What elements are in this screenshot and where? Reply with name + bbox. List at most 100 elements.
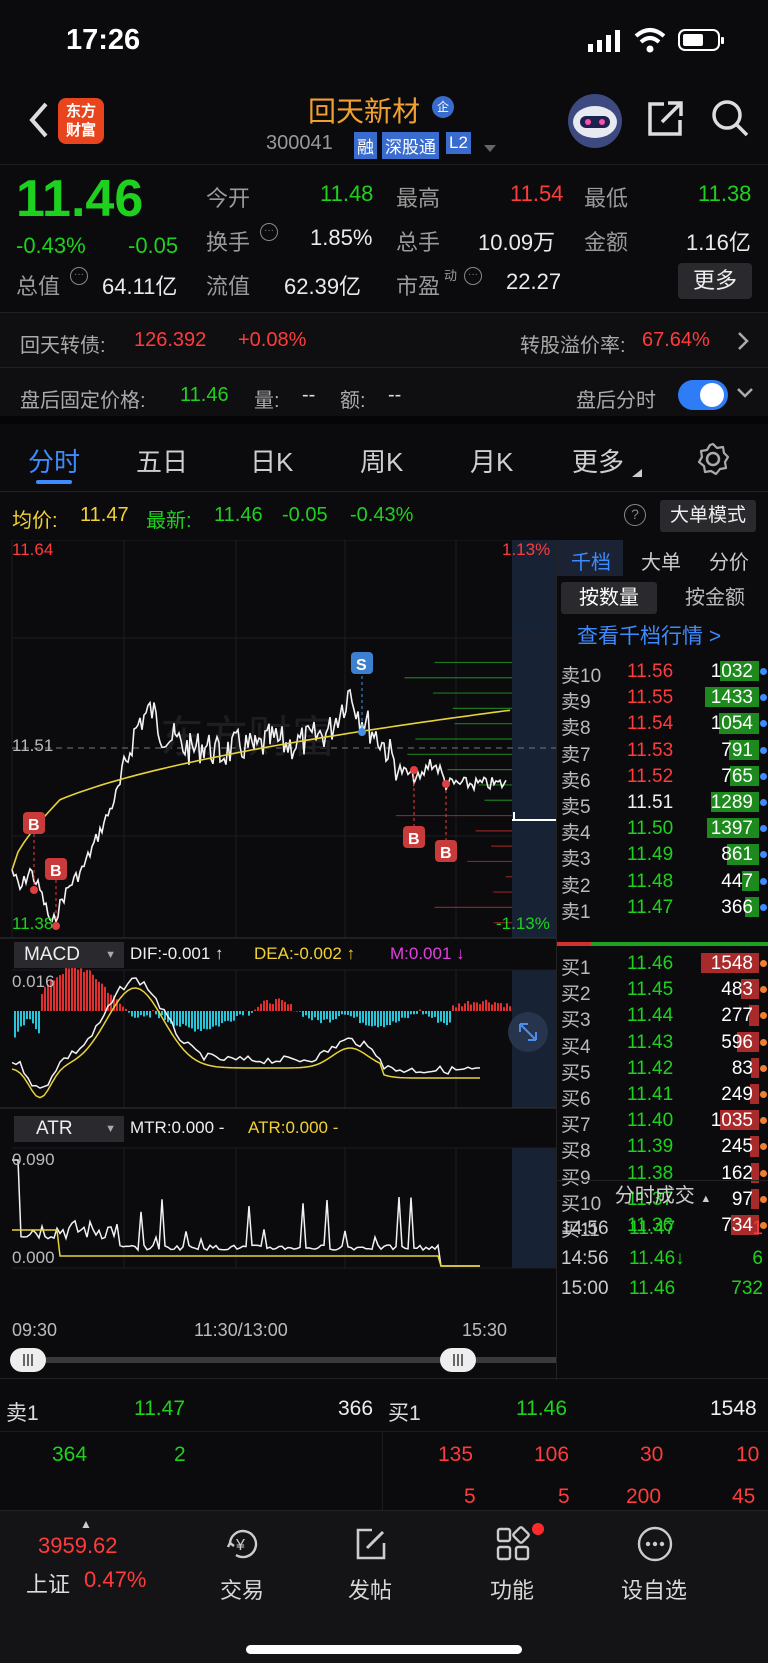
share-icon[interactable] (646, 98, 686, 138)
level-volume: 1289 (710, 792, 753, 813)
chart-period-tabs: 分时 五日 日K 周K 月K 更多 (0, 424, 768, 492)
stock-code: 300041 (266, 132, 333, 154)
ask-row[interactable]: 卖10 11.56 1032 (557, 658, 768, 687)
amount-label: 金额 (584, 230, 629, 255)
level-dot (760, 851, 767, 859)
bid-row[interactable]: 买7 11.40 1035 (557, 1107, 768, 1136)
queue-buy-order: 135 (438, 1443, 474, 1466)
index-widget[interactable]: ▲ 3959.62 上证 0.47% (20, 1511, 170, 1611)
atr-top-label: 0.090 (12, 1150, 55, 1169)
trade-price: 11.46 (629, 1278, 676, 1299)
ask-row[interactable]: 卖7 11.53 791 (557, 737, 768, 766)
queue-buy-order: 106 (534, 1443, 570, 1466)
convertible-bond-row[interactable]: 回天转债: 126.392 +0.08% 转股溢价率: 67.64% (0, 312, 768, 368)
intraday-chart-area[interactable]: 东方财富 S B B B B 11.64 11.51 11.38 1.13% -… (0, 540, 556, 1380)
premium-value: 67.64% (642, 329, 710, 351)
quote-panel: 11.46 -0.43% -0.05 今开 11.48 最高 11.54 最低 … (0, 164, 768, 312)
level-price: 11.40 (627, 1110, 674, 1132)
amount-value: 1.16亿 (686, 230, 751, 255)
tab-price-distribution[interactable]: 分价 (709, 546, 749, 575)
settings-gear-icon[interactable] (696, 442, 730, 476)
caret-down-icon (632, 464, 642, 477)
level-dot (760, 668, 767, 676)
by-quantity-button[interactable]: 按数量 (561, 582, 657, 614)
trade-volume: 6 (752, 1248, 763, 1269)
level-volume: 249 (721, 1084, 753, 1105)
ask-row[interactable]: 卖9 11.55 1433 (557, 684, 768, 713)
mcap-value: 64.11亿 (102, 274, 178, 299)
queue-sell-order: 2 (174, 1443, 186, 1466)
ask-row[interactable]: 卖2 11.48 447 (557, 868, 768, 897)
code-dropdown-icon[interactable] (484, 140, 496, 152)
level-price: 11.46 (627, 953, 674, 974)
back-icon[interactable] (24, 100, 54, 140)
bid-row[interactable]: 买3 11.44 277 (557, 1002, 768, 1031)
tab-thousand-levels[interactable]: 千档 (571, 546, 611, 575)
level-volume: 83 (731, 1057, 753, 1079)
bid-row[interactable]: 买6 11.41 249 (557, 1081, 768, 1110)
bid-row[interactable]: 买2 11.45 483 (557, 976, 768, 1005)
big-order-mode-button[interactable]: 大单模式 (660, 500, 756, 532)
chevron-down-icon[interactable] (736, 386, 754, 400)
bid-row[interactable]: 买8 11.39 245 (557, 1133, 768, 1162)
atr-selector[interactable]: ATR ▼ (14, 1116, 124, 1142)
mtr-value: MTR:0.000 - (130, 1118, 225, 1137)
tab-intraday[interactable]: 分时 (28, 442, 80, 479)
y-max-label: 11.64 (12, 540, 54, 559)
tab-big-orders[interactable]: 大单 (641, 546, 681, 575)
queue-panel: 卖1 11.47 366 买1 11.46 1548 364 2 135 106… (0, 1378, 768, 1511)
y-mid-label: 11.51 (12, 736, 54, 755)
macd-selector[interactable]: MACD ▼ (14, 942, 124, 968)
bid-row[interactable]: 买1 11.46 1548 (557, 950, 768, 979)
ask-row[interactable]: 卖8 11.54 1054 (557, 710, 768, 739)
more-button[interactable]: 更多 (678, 263, 752, 299)
queue-buy-order: 200 (626, 1485, 662, 1508)
nav-add-watchlist-label: 设自选 (620, 1578, 687, 1603)
tab-weekly-k[interactable]: 周K (360, 442, 403, 479)
bottom-navigation: ▲ 3959.62 上证 0.47% ¥ 交易 发帖 功能 设自选 (0, 1510, 768, 1663)
tab-monthly-k[interactable]: 月K (470, 442, 513, 479)
level-price: 11.56 (627, 661, 674, 682)
queue-row-divider (0, 1431, 768, 1432)
help-icon[interactable]: ? (624, 504, 646, 526)
pe-info-icon[interactable]: ··· (464, 267, 482, 285)
robot-assistant-icon[interactable] (566, 92, 624, 150)
functions-grid-icon (494, 1525, 532, 1563)
after-hours-label: 盘后固定价格: (20, 390, 146, 412)
ask-row[interactable]: 卖6 11.52 765 (557, 763, 768, 792)
buy-signal-marker-2: B (50, 863, 62, 880)
by-amount-button[interactable]: 按金额 (665, 582, 765, 614)
app-logo[interactable]: 东方 财富 (58, 98, 104, 144)
level-dot (760, 1091, 767, 1099)
search-icon[interactable] (710, 98, 750, 138)
level-volume: 765 (721, 765, 753, 787)
level-dot (760, 1169, 767, 1177)
nav-functions-label: 功能 (489, 1578, 534, 1603)
mcap-label: 总值 (16, 274, 61, 299)
bid-row[interactable]: 买4 11.43 596 (557, 1029, 768, 1058)
time-label-close: 15:30 (462, 1320, 508, 1340)
tab-daily-k[interactable]: 日K (250, 442, 293, 479)
tab-five-day[interactable]: 五日 (136, 442, 188, 479)
turnover-info-icon[interactable]: ··· (260, 223, 278, 241)
tab-more[interactable]: 更多 (572, 442, 624, 479)
ask-row[interactable]: 卖4 11.50 1397 (557, 815, 768, 844)
low-label: 最低 (584, 186, 629, 211)
chart-watermark: 东方财富 (160, 713, 336, 762)
ask-row[interactable]: 卖1 11.47 366 (557, 894, 768, 923)
trades-header[interactable]: 分时成交 ▲ (557, 1180, 768, 1210)
high-value: 11.54 (510, 181, 564, 206)
view-depth-link[interactable]: 查看千档行情 > (577, 620, 721, 650)
bid-row[interactable]: 买5 11.42 83 (557, 1055, 768, 1084)
ask-row[interactable]: 卖5 11.51 1289 (557, 789, 768, 818)
pe-value: 22.27 (506, 269, 562, 294)
nav-trade-label: 交易 (219, 1578, 264, 1603)
ask-row[interactable]: 卖3 11.49 861 (557, 841, 768, 870)
level-price: 11.48 (627, 870, 674, 892)
battery-icon (678, 28, 726, 52)
level-label: 卖1 (561, 901, 591, 923)
trade-icon: ¥ (224, 1525, 262, 1563)
after-hours-toggle[interactable] (678, 380, 728, 410)
queue-buy-volume: 1548 (710, 1397, 757, 1420)
mcap-info-icon[interactable]: ··· (70, 267, 88, 285)
